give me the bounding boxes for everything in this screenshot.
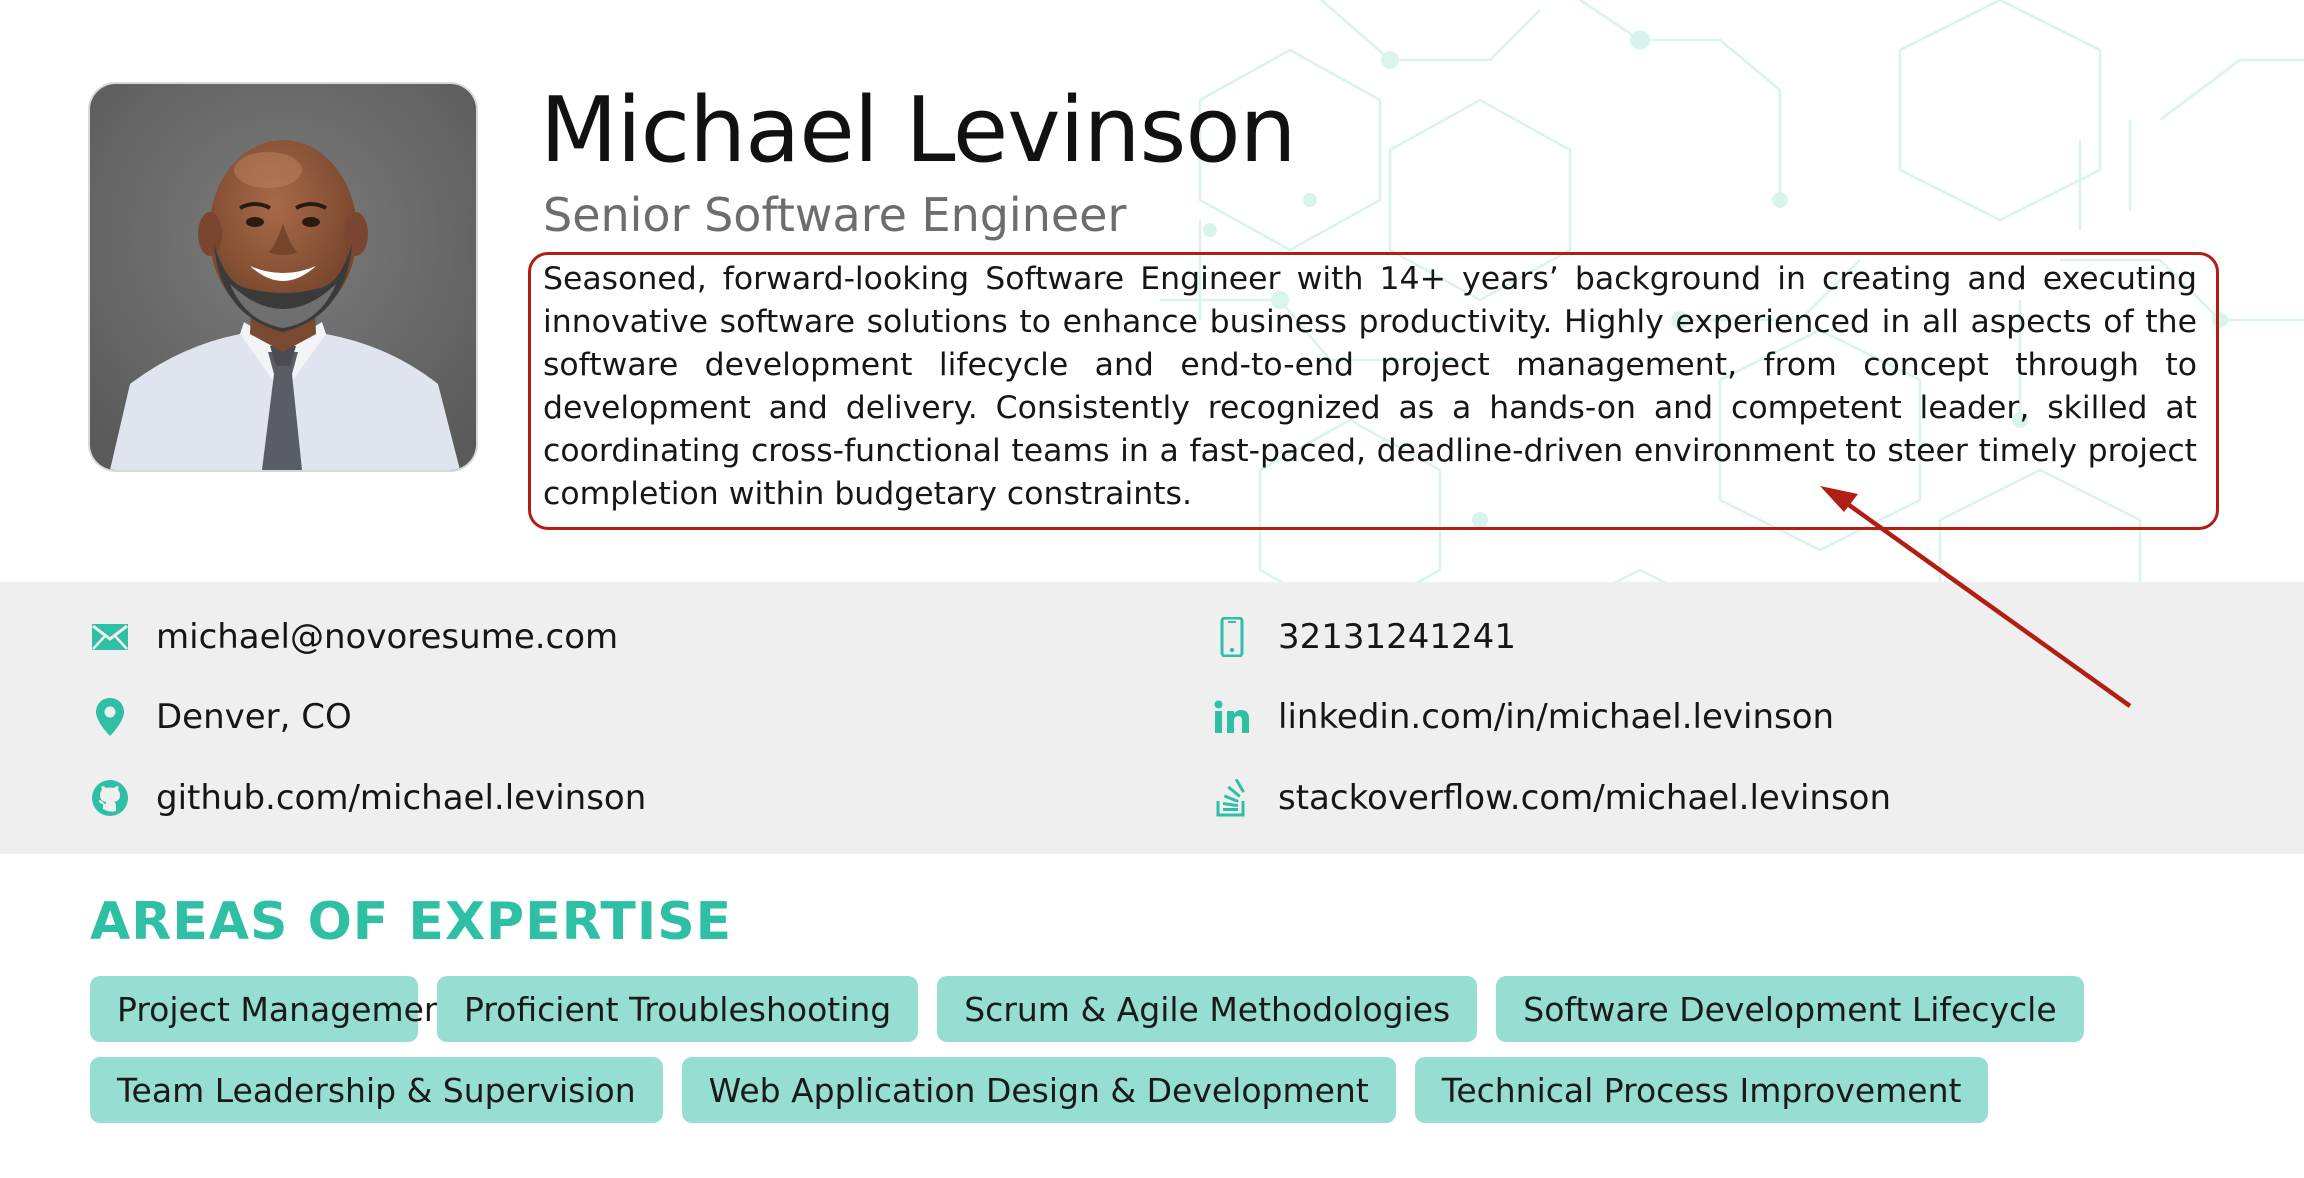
contact-phone[interactable]: 32131241241 (1212, 615, 1516, 659)
email-text: michael@novoresume.com (156, 617, 619, 657)
job-title: Senior Software Engineer (543, 188, 1127, 242)
location-text: Denver, CO (156, 697, 352, 737)
stackoverflow-text: stackoverflow.com/michael.levinson (1278, 778, 1892, 818)
phone-text: 32131241241 (1278, 617, 1516, 657)
map-pin-icon (90, 697, 130, 737)
expertise-tags: Project Management Proficient Troublesho… (90, 976, 2230, 1123)
expertise-tag: Web Application Design & Development (681, 1057, 1396, 1123)
contact-stackoverflow[interactable]: stackoverflow.com/michael.levinson (1212, 776, 1891, 820)
stackoverflow-icon (1212, 778, 1252, 818)
expertise-tag: Project Management (90, 976, 458, 1042)
contact-github[interactable]: github.com/michael.levinson (90, 776, 646, 820)
expertise-heading: AREAS OF EXPERTISE (90, 892, 733, 952)
candidate-name: Michael Levinson (540, 78, 1297, 183)
expertise-tag: Proficient Troubleshooting (437, 976, 919, 1042)
github-icon (90, 778, 130, 818)
profile-photo (90, 84, 476, 470)
expertise-tag: Team Leadership & Supervision (90, 1057, 663, 1123)
expertise-tag: Technical Process Improvement (1414, 1057, 1989, 1123)
github-text: github.com/michael.levinson (156, 778, 647, 818)
professional-summary: Seasoned, forward-looking Software Engin… (543, 261, 2197, 512)
contact-linkedin[interactable]: linkedin.com/in/michael.levinson (1212, 695, 1834, 739)
expertise-tag: Software Development Lifecycle (1496, 976, 2084, 1042)
linkedin-icon (1212, 697, 1252, 737)
contact-location: Denver, CO (90, 695, 352, 739)
mobile-phone-icon (1212, 617, 1252, 657)
envelope-icon (90, 617, 130, 657)
expertise-tag: Scrum & Agile Methodologies (937, 976, 1478, 1042)
linkedin-text: linkedin.com/in/michael.levinson (1278, 697, 1835, 737)
contact-email[interactable]: michael@novoresume.com (90, 615, 618, 659)
